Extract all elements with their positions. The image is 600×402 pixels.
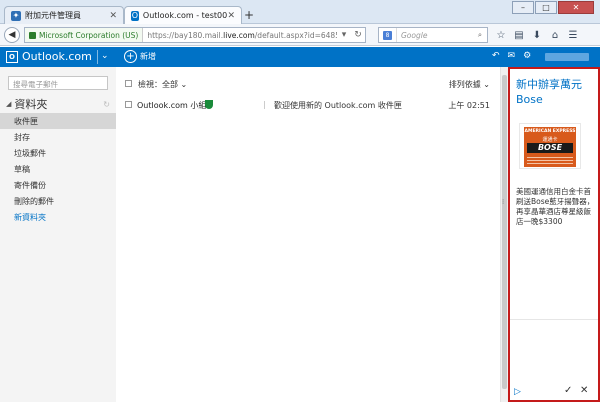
flag-icon[interactable] — [264, 101, 270, 109]
row-checkbox[interactable] — [125, 101, 132, 108]
search-placeholder: Google — [401, 30, 428, 40]
browser-nav-bar: ◀ Microsoft Corporation (US) https://bay… — [0, 24, 600, 46]
minimize-button[interactable]: – — [512, 1, 534, 14]
collapse-icon: ◢ — [6, 100, 12, 108]
amex-logo: AMERICAN EXPRESS 運通卡 BOSE — [524, 127, 576, 167]
close-window-button[interactable]: ✕ — [558, 1, 594, 14]
stripes-decoration — [527, 156, 573, 164]
tab-title: Outlook.com - test00156... — [142, 11, 228, 20]
scrollbar[interactable] — [500, 67, 508, 402]
tab-addons-manager[interactable]: ✦ 附加元件管理員 ✕ — [4, 6, 124, 24]
puzzle-icon: ✦ — [11, 10, 21, 21]
toolbar-icons: ☆ ▤ ⬇ ⌂ ☰ — [494, 27, 580, 43]
url-rest: /default.aspx?id=64855&owa=1&owasuffix=o… — [254, 30, 337, 40]
back-button[interactable]: ◀ — [4, 26, 20, 43]
menu-icon[interactable]: ☰ — [566, 27, 580, 43]
url-bar[interactable]: Microsoft Corporation (US) https://bay18… — [24, 27, 366, 43]
close-tab-icon[interactable]: ✕ — [109, 11, 117, 21]
messenger-icon[interactable]: ✉ — [508, 51, 516, 61]
adchoices-icon[interactable]: ▷ — [514, 387, 521, 397]
folder-inbox[interactable]: 收件匣 — [0, 113, 116, 129]
table-row[interactable]: Outlook.com 小組 歡迎使用新的 Outlook.com 收件匣 上午… — [116, 98, 500, 112]
close-icon[interactable]: ✕ — [580, 385, 588, 396]
dropdown-arrow-icon[interactable]: ▾ — [337, 30, 351, 40]
search-input[interactable]: 搜尋電子郵件 — [8, 76, 108, 90]
home-icon[interactable]: ⌂ — [548, 27, 562, 43]
ad-image[interactable]: AMERICAN EXPRESS 運通卡 BOSE — [519, 123, 581, 169]
folder-drafts[interactable]: 草稿 — [0, 161, 116, 177]
ad-divider — [510, 319, 598, 320]
url-prefix: https://bay180.mail. — [147, 30, 224, 40]
bookmarks-icon[interactable]: ▤ — [512, 27, 526, 43]
view-label: 檢視：全部 — [138, 80, 178, 89]
search-icon[interactable]: ⌕ — [473, 30, 487, 40]
ad-pane: 新中辦享萬元Bose AMERICAN EXPRESS 運通卡 BOSE 美國運… — [508, 67, 600, 402]
download-icon[interactable]: ⬇ — [530, 27, 544, 43]
identity-label: Microsoft Corporation (US) — [39, 30, 139, 40]
folders-header[interactable]: ◢ 資料夾 ↻ — [6, 96, 110, 112]
lock-icon — [29, 31, 36, 39]
folder-deleted[interactable]: 刪除的郵件 — [0, 193, 116, 209]
new-mail-button[interactable]: + 新增 — [124, 50, 156, 63]
tab-outlook[interactable]: O Outlook.com - test00156... ✕ — [124, 6, 242, 24]
outlook-header: O Outlook.com ⌄ + 新增 ↶ ✉ ⚙ — [0, 47, 600, 67]
brand-name: Outlook.com — [22, 50, 92, 63]
list-toolbar: 檢視：全部 ⌄ 排列依據 ⌄ — [116, 77, 500, 91]
resize-grip-icon[interactable]: ⁞ — [502, 198, 504, 206]
window-controls: – □ ✕ — [512, 1, 594, 14]
refresh-icon[interactable]: ↻ — [103, 100, 110, 109]
folders-title: 資料夾 — [14, 98, 48, 111]
star-icon[interactable]: ☆ — [494, 27, 508, 43]
new-tab-button[interactable]: + — [244, 9, 254, 21]
folder-junk[interactable]: 垃圾郵件 — [0, 145, 116, 161]
header-actions: ↶ ✉ ⚙ — [492, 51, 531, 61]
bose-logo: BOSE — [527, 143, 573, 153]
ad-text[interactable]: 美國運通信用白金卡首刷送Bose藍牙揚聲器，再享晶華酒店尊星級飯店一晚$3300 — [516, 187, 596, 227]
folder-sent[interactable]: 寄件備份 — [0, 177, 116, 193]
maximize-button[interactable]: □ — [535, 1, 557, 14]
outlook-logo[interactable]: O Outlook.com — [6, 50, 92, 63]
amex-brand-zh: 運通卡 — [542, 137, 558, 143]
check-icon[interactable]: ✓ — [564, 385, 572, 396]
new-label: 新增 — [140, 52, 156, 61]
shield-icon — [205, 100, 213, 109]
search-engine-selector[interactable]: 8 — [379, 28, 397, 42]
gear-icon[interactable]: ⚙ — [523, 51, 531, 61]
sort-label: 排列依據 — [448, 80, 481, 89]
google-icon: 8 — [383, 30, 392, 40]
message-list: 檢視：全部 ⌄ 排列依據 ⌄ Outlook.com 小組 歡迎使用新的 Out… — [116, 67, 500, 402]
amex-brand-text: AMERICAN EXPRESS — [524, 129, 576, 134]
message-time: 上午 02:51 — [448, 101, 490, 110]
new-folder-link[interactable]: 新資料夾 — [0, 209, 116, 225]
user-account[interactable] — [545, 53, 589, 61]
site-identity[interactable]: Microsoft Corporation (US) — [25, 28, 144, 42]
sort-by[interactable]: 排列依據 ⌄ — [449, 79, 490, 90]
chevron-down-icon[interactable]: ⌄ — [101, 51, 109, 61]
outlook-logo-icon: O — [6, 50, 18, 63]
plus-icon: + — [124, 50, 137, 63]
undo-icon[interactable]: ↶ — [492, 51, 500, 61]
ad-title[interactable]: 新中辦享萬元Bose — [516, 77, 596, 107]
scroll-thumb[interactable] — [502, 75, 507, 389]
tab-title: 附加元件管理員 — [25, 11, 81, 20]
url-text: https://bay180.mail.live.com/default.asp… — [143, 31, 337, 40]
browser-tab-strip: ✦ 附加元件管理員 ✕ O Outlook.com - test00156...… — [0, 0, 600, 24]
message-sender: Outlook.com 小組 — [137, 101, 207, 110]
close-tab-icon[interactable]: ✕ — [227, 11, 235, 21]
view-filter[interactable]: 檢視：全部 ⌄ — [138, 79, 187, 90]
outlook-icon: O — [131, 10, 139, 21]
folder-pane: 搜尋電子郵件 ◢ 資料夾 ↻ 收件匣 封存 垃圾郵件 草稿 寄件備份 刪除的郵件… — [0, 67, 116, 402]
reload-icon[interactable]: ↻ — [351, 30, 365, 40]
search-bar[interactable]: 8 Google ⌕ — [378, 27, 488, 43]
url-domain: live.com — [223, 30, 255, 40]
header-divider — [97, 50, 98, 64]
message-subject: 歡迎使用新的 Outlook.com 收件匣 — [274, 101, 402, 110]
select-all-checkbox[interactable] — [125, 80, 132, 87]
folder-archive[interactable]: 封存 — [0, 129, 116, 145]
